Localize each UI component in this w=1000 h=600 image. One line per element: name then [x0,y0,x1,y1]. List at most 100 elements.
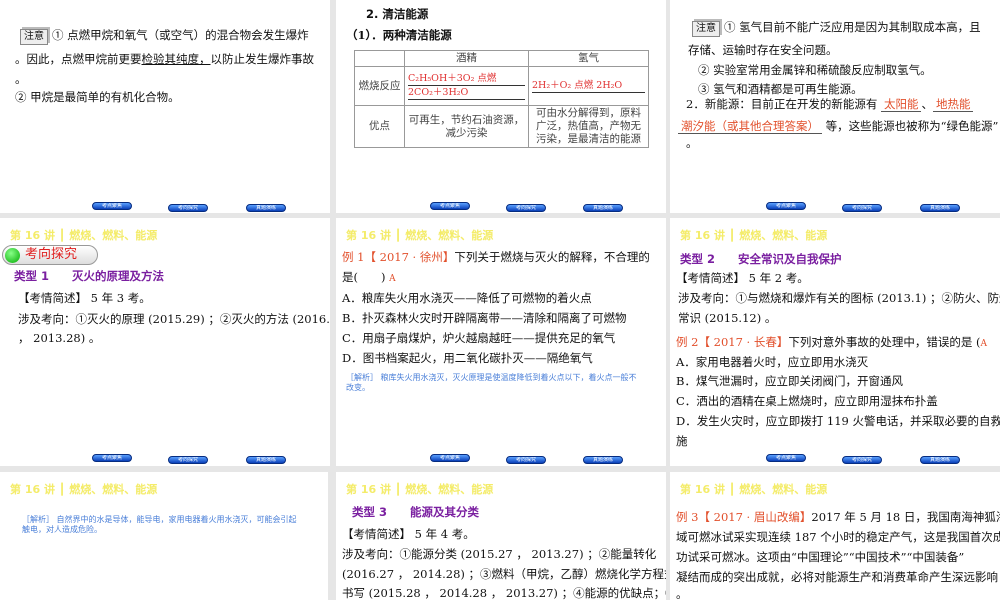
question-text: 2017 年 5 月 18 日，我国南海神狐海 [811,510,1000,524]
alcohol-equation: C₂H₅OH＋3O₂ 点燃 2CO₂＋3H₂O [404,66,529,106]
option-a: A．粮库失火用水浇灭——降低了可燃物的着火点 [342,291,592,305]
nav-button-kaoxiang[interactable]: 考向探究 [168,204,208,212]
question-text: 。 [676,587,688,600]
hydrogen-equation: 2H₂＋O₂ 点燃 2H₂O [528,66,649,106]
section-badge: 考向探究 [2,245,98,265]
note-line-1: 注意 ① 点燃甲烷和氧气（或空气）的混合物会发生爆炸 [20,28,309,45]
slide-clean-energy: 2. 清洁能源 （1）．两种清洁能源 酒精 氢气 燃烧反应 C₂H₅OH＋3O₂ … [336,0,666,213]
question-text: 域可燃冰试采实现连续 187 个小时的稳定产气，这是我国首次成 [676,530,1000,544]
nav-button-zhenti[interactable]: 真题演练 [246,204,286,212]
type-title: 安全常识及自我保护 [738,252,842,266]
answer-tidal: 潮汐能（或其他合理答案） [678,119,822,134]
nav-button-kaoxiang[interactable]: 考向探究 [168,456,208,464]
nav-button-kaoxiang[interactable]: 考向探究 [506,456,546,464]
text: 。因此，点燃甲烷前更要 [15,52,142,66]
row-label-reaction: 燃烧反应 [354,66,405,106]
text: 等，这些能源也被称为“绿色能源” [825,119,999,133]
nav-button-kaoxiang[interactable]: 考向探究 [842,204,882,212]
type-title: 灭火的原理及方法 [72,269,165,283]
slide-example3: 第 16 讲 ┃ 燃烧、燃料、能源 例 3【 2017 · 眉山改编】2017 … [670,472,1000,600]
text: 2．新能源：目前正在开发的新能源有 [686,97,878,111]
note-line-4: ② 甲烷是最简单的有机化合物。 [15,90,180,104]
nav-button-zhenti[interactable]: 真题演练 [920,456,960,464]
section-title: 2. 清洁能源 [366,7,429,21]
lecture-header: 第 16 讲 ┃ 燃烧、燃料、能源 [680,483,828,496]
lecture-header: 第 16 讲 ┃ 燃烧、燃料、能源 [680,229,828,242]
exam-topics: 涉及考向：①能源分类 (2015.27 ， 2013.27) ；②能量转化 [342,547,657,561]
question-text: 下列对意外事故的处理中，错误的是 ( [788,335,981,349]
answer-geothermal: 地热能 [932,97,974,112]
type-title: 能源及其分类 [410,505,480,519]
answer: A [389,274,396,284]
new-energy-line-2: 潮汐能（或其他合理答案） 等，这些能源也被称为“绿色能源” [678,119,998,134]
option-b: B．扑灭森林火灾时开辟隔离带——清除和隔离了可燃物 [342,311,627,325]
note-line-1: 注意 ① 氢气目前不能广泛应用是因为其制取成本高，且 [692,20,981,37]
slide-type3: 第 16 讲 ┃ 燃烧、燃料、能源 类型 3 能源及其分类 【考情简述】 5 年… [336,472,666,600]
answer-solar: 太阳能 [880,97,922,112]
slide-type2: 第 16 讲 ┃ 燃烧、燃料、能源 类型 2 安全常识及自我保护 【考情简述】 … [670,218,1000,466]
note-line-3: ② 实验室常用金属锌和稀硫酸反应制取氢气。 [698,63,932,77]
note-line-3: 。 [15,72,27,86]
question: 例 2【 2017 · 长春】下列对意外事故的处理中，错误的是 (A ) [676,335,1000,351]
option-c: C．洒出的酒精在桌上燃烧时，应立即用湿抹布扑盖 [676,394,938,408]
option-d: D．图书档案起火，用二氧化碳扑灭——隔绝氧气 [342,351,593,365]
analysis: ［解析］ 粮库失火用水浇灭，灭火原理是使温度降低到着火点以下，着火点一般不 [346,373,637,382]
analysis-cont: 触电，对人造成危险。 [22,525,102,534]
hydrogen-advantage: 可由水分解得到，原料广泛，热值高，产物无污染，是最清洁的能源 [528,105,649,148]
text: ① 氢气目前不能广泛应用是因为其制取成本高，且 [724,20,981,34]
text: ① 点燃甲烷和氧气（或空气）的混合物会发生爆炸 [52,28,309,42]
note-label: 注意 [692,21,720,37]
nav-button-kaodian[interactable]: 考点聚焦 [430,454,470,462]
nav-button-kaodian[interactable]: 考点聚焦 [92,202,132,210]
slide-example1: 第 16 讲 ┃ 燃烧、燃料、能源 例 1【 2017 · 徐州】下列关于燃烧与… [336,218,666,466]
type-heading: 类型 3 能源及其分类 [352,504,479,520]
nav-button-zhenti[interactable]: 真题演练 [920,204,960,212]
exam-topics-cont: 常识 (2015.12) 。 [678,311,777,325]
note-line-4: ③ 氢气和酒精都是可再生能源。 [698,82,863,96]
option-d: D．发生火灾时，应立即拨打 119 火警电话，并采取必要的自救措 [676,414,1000,428]
type-heading: 类型 2 安全常识及自我保护 [680,251,842,267]
note-line-2: 。因此，点燃甲烷前更要检验其纯度，以防止发生爆炸事故 [15,52,314,66]
note-label: 注意 [20,29,48,45]
nav-button-kaodian[interactable]: 考点聚焦 [766,454,806,462]
nav-button-kaodian[interactable]: 考点聚焦 [92,454,132,462]
nav-button-kaodian[interactable]: 考点聚焦 [430,202,470,210]
example-source: 例 3【 2017 · 眉山改编】 [676,510,812,524]
note-line-2: 存储、运输时存在安全问题。 [688,43,838,57]
question-text: 下列关于燃烧与灭火的解释，不合理的 [454,250,650,264]
lecture-header: 第 16 讲 ┃ 燃烧、燃料、能源 [346,483,494,496]
analysis: ［解析］ 自然界中的水是导体，能导电，家用电器着火用水浇灭，可能会引起 [22,515,297,524]
nav-button-kaodian[interactable]: 考点聚焦 [766,202,806,210]
option-d-cont: 施 [676,434,688,448]
nav-button-kaoxiang[interactable]: 考向探究 [506,204,546,212]
nav-button-kaoxiang[interactable]: 考向探究 [842,456,882,464]
nav-button-zhenti[interactable]: 真题演练 [583,456,623,464]
question-text: 功试采可燃冰。这项由“中国理论”“中国技术”“中国装备” [676,550,965,564]
nav-button-zhenti[interactable]: 真题演练 [583,204,623,212]
question: 例 1【 2017 · 徐州】下列关于燃烧与灭火的解释，不合理的 [342,250,650,264]
exam-topics-cont: ， 2013.28) 。 [18,331,101,345]
exam-summary: 【考情简述】 5 年 3 考。 [18,291,151,305]
type-number: 类型 2 [680,252,716,266]
answer: A [980,339,988,349]
header-hydrogen: 氢气 [528,50,649,67]
text: 、 [921,97,933,111]
exam-topics: 涉及考向：①灭火的原理 (2015.29) ；②灭火的方法 (2016.9 [18,312,330,326]
green-dot-icon [5,248,20,263]
slide-hydrogen-note: 注意 ① 氢气目前不能广泛应用是因为其制取成本高，且 存储、运输时存在安全问题。 … [670,0,1000,213]
exam-topics-cont: (2016.27 ， 2014.28) ；③燃料（甲烷，乙醇）燃烧化学方程式 [342,567,666,581]
lecture-header: 第 16 讲 ┃ 燃烧、燃料、能源 [10,483,158,496]
new-energy-line: 2．新能源：目前正在开发的新能源有 太阳能、地热能 [686,97,974,112]
nav-button-zhenti[interactable]: 真题演练 [246,456,286,464]
exam-summary: 【考情简述】 5 年 2 考。 [676,271,809,285]
question: 例 3【 2017 · 眉山改编】2017 年 5 月 18 日，我国南海神狐海 [676,510,1000,524]
option-c: C．用扇子扇煤炉，炉火越扇越旺——提供充足的氧气 [342,331,616,345]
question-cont: 是( ) A [342,270,396,286]
type-number: 类型 1 [14,269,50,283]
eq-part: C₂H₅OH＋3O₂ 点燃 [408,72,525,86]
type-heading: 类型 1 灭火的原理及方法 [14,268,164,284]
slide-type1: 第 16 讲 ┃ 燃烧、燃料、能源 考向探究 类型 1 灭火的原理及方法 【考情… [0,218,330,466]
option-a: A．家用电器着火时，应立即用水浇灭 [676,355,869,369]
text: 是( ) [342,270,386,284]
analysis-cont: 改变。 [346,383,370,392]
